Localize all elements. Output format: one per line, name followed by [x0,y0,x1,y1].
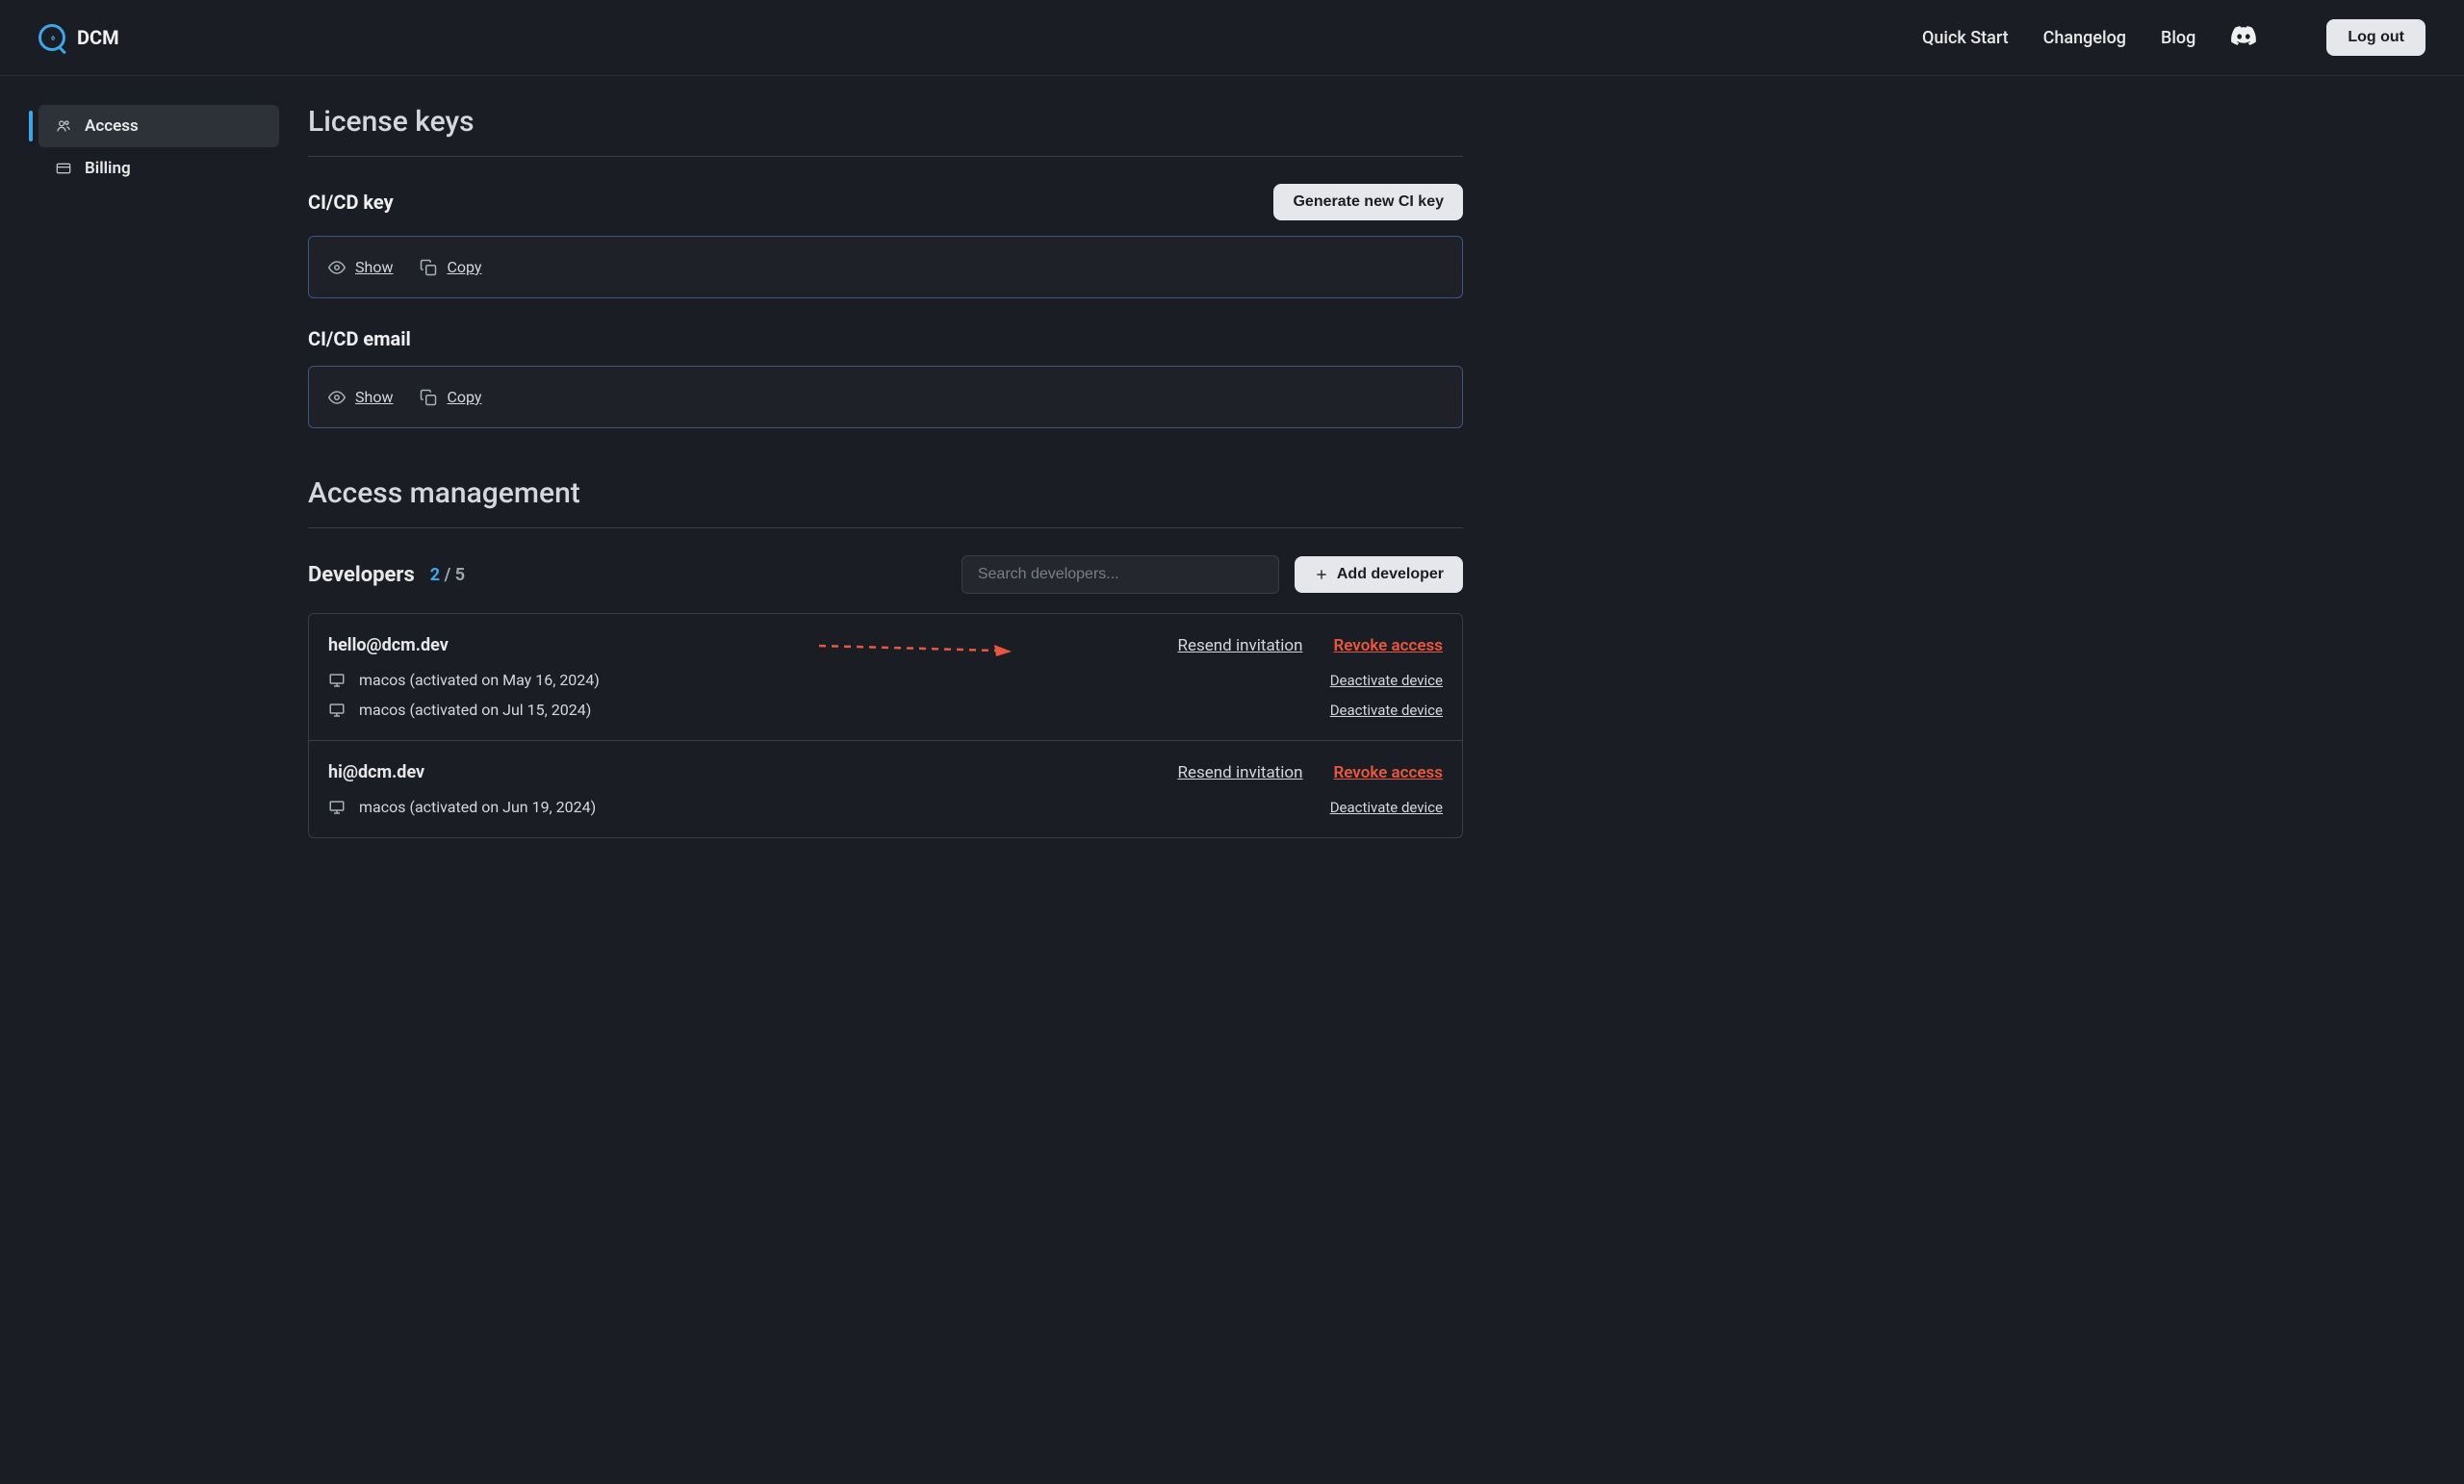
developers-list: hello@dcm.dev Resend invitation Revoke a… [308,613,1463,838]
plus-icon [1314,567,1329,582]
generate-ci-key-button[interactable]: Generate new CI key [1273,184,1463,220]
revoke-access-link[interactable]: Revoke access [1333,763,1443,782]
users-icon [54,118,73,134]
add-developer-button[interactable]: Add developer [1295,556,1463,593]
developer-row: hello@dcm.dev Resend invitation Revoke a… [309,614,1462,741]
ci-email-label: CI/CD email [308,327,411,350]
copy-ci-key[interactable]: Copy [420,258,481,276]
computer-icon [328,799,346,816]
discord-link[interactable] [2230,26,2257,49]
sidebar-item-access[interactable]: Access [38,105,279,147]
sidebar-label-access: Access [85,116,139,136]
copy-ci-email[interactable]: Copy [420,388,481,406]
computer-icon [328,702,346,719]
count-current: 2 [430,565,440,585]
show-label: Show [355,388,393,406]
access-mgmt-title: Access management [308,476,1463,510]
ci-email-section: CI/CD email Show Copy [308,327,1463,428]
copy-label: Copy [447,258,481,276]
device-text: macos (activated on May 16, 2024) [359,671,600,689]
show-ci-key[interactable]: Show [328,258,393,276]
device-row: macos (activated on Jul 15, 2024) Deacti… [328,701,1443,719]
developer-email: hi@dcm.dev [328,762,424,782]
nav-blog[interactable]: Blog [2161,28,2195,48]
copy-icon [420,389,437,406]
developers-header: Developers 2 / 5 Add developer [308,555,1463,594]
discord-icon [2230,26,2257,45]
license-keys-title: License keys [308,105,1463,139]
computer-icon [328,672,346,689]
device-text: macos (activated on Jun 19, 2024) [359,798,596,816]
brand-name: DCM [77,26,119,49]
sidebar: Access Billing [38,105,279,838]
logo[interactable]: DCM [38,24,119,51]
copy-label: Copy [447,388,481,406]
deactivate-device-link[interactable]: Deactivate device [1330,672,1443,689]
header: DCM Quick Start Changelog Blog Log out [0,0,2464,76]
copy-icon [420,259,437,276]
sidebar-label-billing: Billing [85,159,131,178]
show-label: Show [355,258,393,276]
developers-count: 2 / 5 [430,565,465,585]
device-row: macos (activated on Jun 19, 2024) Deacti… [328,798,1443,816]
device-row: macos (activated on May 16, 2024) Deacti… [328,671,1443,689]
deactivate-device-link[interactable]: Deactivate device [1330,799,1443,816]
count-sep: / [440,565,455,585]
add-developer-label: Add developer [1337,566,1444,583]
divider [308,527,1463,528]
ci-key-label: CI/CD key [308,191,394,214]
device-text: macos (activated on Jul 15, 2024) [359,701,591,719]
revoke-access-link[interactable]: Revoke access [1333,636,1443,655]
count-max: 5 [455,565,465,585]
main-nav: Quick Start Changelog Blog Log out [1922,19,2426,56]
divider [308,156,1463,157]
ci-key-box: Show Copy [308,236,1463,298]
developer-email: hello@dcm.dev [328,635,449,655]
logout-button[interactable]: Log out [2326,19,2426,56]
card-icon [54,161,73,176]
resend-invitation-link[interactable]: Resend invitation [1178,763,1303,782]
access-management-section: Access management Developers 2 / 5 Add d… [308,476,1463,838]
ci-key-section: CI/CD key Generate new CI key Show [308,184,1463,298]
show-ci-email[interactable]: Show [328,388,393,406]
eye-icon [328,389,346,406]
logo-icon [38,24,65,51]
nav-quickstart[interactable]: Quick Start [1922,28,2009,48]
nav-changelog[interactable]: Changelog [2043,28,2126,48]
resend-invitation-link[interactable]: Resend invitation [1178,636,1303,655]
main-content: License keys CI/CD key Generate new CI k… [308,105,1463,838]
ci-email-box: Show Copy [308,366,1463,428]
eye-icon [328,259,346,276]
developer-row: hi@dcm.dev Resend invitation Revoke acce… [309,741,1462,837]
developers-label: Developers [308,563,415,587]
sidebar-item-billing[interactable]: Billing [38,147,279,190]
deactivate-device-link[interactable]: Deactivate device [1330,702,1443,719]
search-developers-input[interactable] [962,555,1279,594]
